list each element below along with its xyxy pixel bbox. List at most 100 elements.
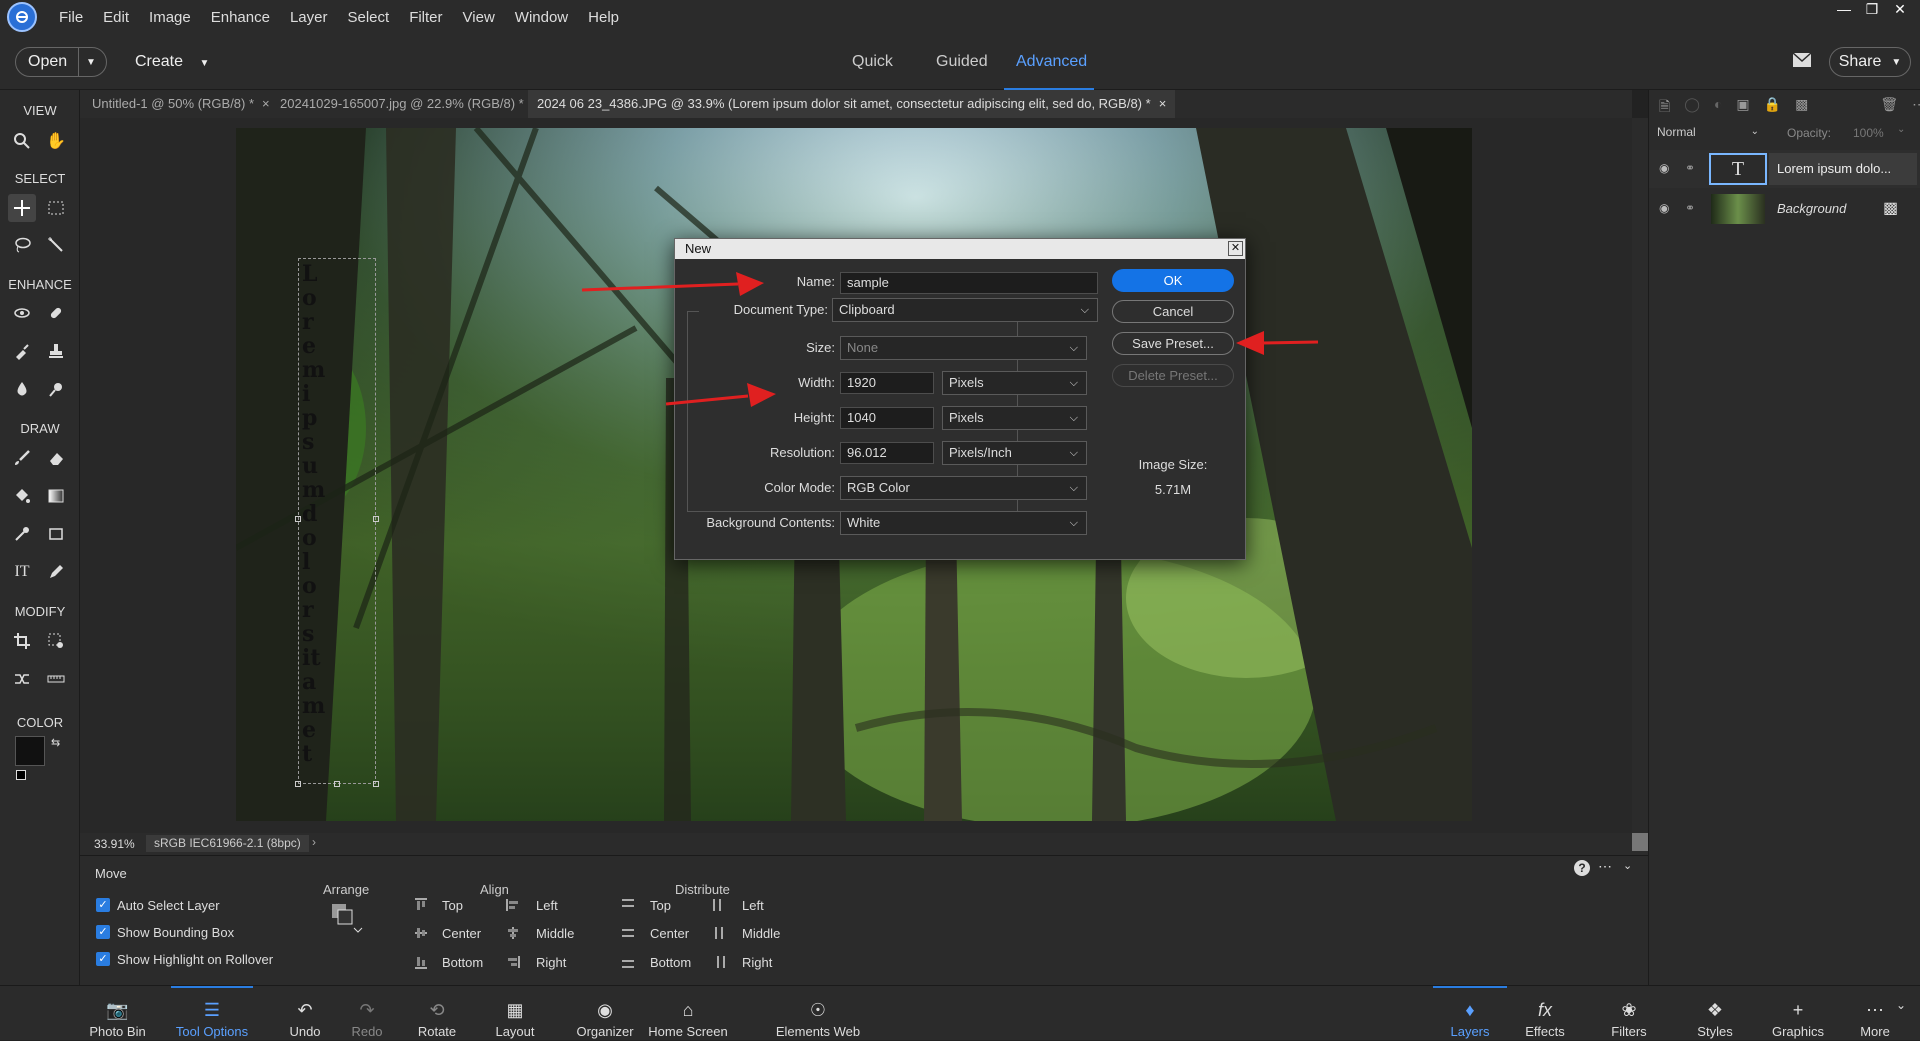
new-layer-icon[interactable]: 🗎 — [1659, 96, 1670, 116]
bbox-handle[interactable] — [295, 516, 301, 522]
lasso-icon[interactable] — [8, 231, 36, 259]
layer-row-text[interactable]: ◉ ⚭ T Lorem ipsum dolo... — [1649, 150, 1920, 188]
menu-view[interactable]: View — [453, 9, 505, 26]
filters-button[interactable]: ❀ Filters — [1604, 986, 1654, 1041]
doc-tab[interactable]: 20241029-165007.jpg @ 22.9% (RGB/8) *× — [280, 90, 539, 118]
align-middle-label[interactable]: Middle — [536, 926, 574, 941]
menu-select[interactable]: Select — [337, 9, 399, 26]
layer-name[interactable]: Background — [1777, 201, 1846, 216]
menu-window[interactable]: Window — [505, 9, 578, 26]
checkbox-highlight-rollover[interactable]: ✓ — [96, 952, 110, 966]
mode-quick[interactable]: Quick — [852, 53, 893, 71]
menu-edit[interactable]: Edit — [93, 9, 139, 26]
name-field[interactable]: sample — [840, 272, 1098, 294]
blur-icon[interactable] — [8, 375, 36, 403]
distribute-right-icon[interactable] — [712, 955, 726, 969]
pencil-icon[interactable] — [42, 558, 70, 586]
menu-filter[interactable]: Filter — [399, 9, 452, 26]
brush-icon[interactable] — [8, 444, 36, 472]
background-contents-select[interactable]: White ⌵ — [840, 511, 1087, 535]
scroll-thumb[interactable] — [1632, 833, 1648, 851]
layers-button[interactable]: ♦ Layers — [1433, 986, 1507, 1041]
recompose-icon[interactable] — [42, 627, 70, 655]
width-unit-select[interactable]: Pixels ⌵ — [942, 371, 1087, 395]
chevron-down-icon[interactable]: ⌄ — [1623, 859, 1632, 872]
distribute-middle-label[interactable]: Middle — [742, 926, 780, 941]
distribute-left-label[interactable]: Left — [742, 898, 764, 913]
tool-options-button[interactable]: ☰ Tool Options — [171, 986, 253, 1041]
checkbox-auto-select[interactable]: ✓ — [96, 898, 110, 912]
align-left-icon[interactable] — [506, 898, 520, 912]
delete-preset-button[interactable]: Delete Preset... — [1112, 364, 1234, 387]
resolution-field[interactable]: 96.012 — [840, 442, 934, 464]
link-icon[interactable]: ⚭ — [1685, 161, 1695, 175]
arrange-icon[interactable] — [330, 902, 366, 936]
link-icon[interactable]: ⚭ — [1685, 201, 1695, 215]
mask-icon[interactable]: ▣ — [1736, 96, 1749, 116]
shape-icon[interactable] — [42, 520, 70, 548]
mode-guided[interactable]: Guided — [936, 53, 988, 71]
adjustment-layer-icon[interactable]: ◐ — [1714, 96, 1722, 116]
share-button[interactable]: Share ▼ — [1829, 47, 1911, 77]
effects-button[interactable]: fx Effects — [1520, 986, 1570, 1041]
sponge-icon[interactable] — [42, 375, 70, 403]
checkbox-bounding-box[interactable]: ✓ — [96, 925, 110, 939]
menu-help[interactable]: Help — [578, 9, 629, 26]
align-top-label[interactable]: Top — [442, 898, 463, 913]
more-options-icon[interactable]: ⋯ — [1598, 858, 1612, 875]
styles-button[interactable]: ❖ Styles — [1690, 986, 1740, 1041]
lock-transparency-icon[interactable]: ▩ — [1883, 198, 1898, 218]
distribute-top-icon[interactable] — [621, 898, 635, 912]
delete-layer-icon[interactable]: 🗑 — [1880, 96, 1898, 116]
align-center-icon[interactable] — [414, 926, 428, 940]
align-right-label[interactable]: Right — [536, 955, 566, 970]
graphics-button[interactable]: + Graphics — [1768, 986, 1828, 1041]
photo-bin-button[interactable]: 📷 Photo Bin — [85, 986, 150, 1041]
more-button[interactable]: ⋯ More — [1853, 986, 1897, 1041]
bbox-handle[interactable] — [295, 781, 301, 787]
distribute-bottom-icon[interactable] — [621, 955, 635, 969]
height-unit-select[interactable]: Pixels ⌵ — [942, 406, 1087, 430]
rotate-button[interactable]: ⟲ Rotate — [412, 986, 462, 1041]
lock-transparency-icon[interactable]: ▩ — [1795, 96, 1808, 116]
width-field[interactable]: 1920 — [840, 372, 934, 394]
bbox-handle[interactable] — [334, 781, 340, 787]
mode-advanced[interactable]: Advanced — [1016, 53, 1087, 71]
smart-brush-icon[interactable] — [8, 337, 36, 365]
undo-button[interactable]: ↶ Undo — [280, 986, 330, 1041]
distribute-left-icon[interactable] — [712, 898, 726, 912]
foreground-color-swatch[interactable] — [15, 736, 45, 766]
restore-icon[interactable]: ❐ — [1858, 0, 1886, 18]
marquee-icon[interactable] — [42, 194, 70, 222]
menu-image[interactable]: Image — [139, 9, 201, 26]
align-bottom-label[interactable]: Bottom — [442, 955, 483, 970]
minimize-icon[interactable]: — — [1830, 0, 1858, 18]
straighten-icon[interactable] — [42, 665, 70, 693]
create-button[interactable]: Create ▼ — [135, 53, 209, 71]
distribute-top-label[interactable]: Top — [650, 898, 671, 913]
close-icon[interactable]: × — [1159, 96, 1167, 111]
distribute-bottom-label[interactable]: Bottom — [650, 955, 691, 970]
distribute-center-label[interactable]: Center — [650, 926, 689, 941]
height-field[interactable]: 1040 — [840, 407, 934, 429]
zoom-icon[interactable] — [8, 127, 36, 155]
layer-name[interactable]: Lorem ipsum dolo... — [1769, 153, 1917, 185]
doc-tab[interactable]: Untitled-1 @ 50% (RGB/8) * × — [92, 90, 270, 118]
align-center-label[interactable]: Center — [442, 926, 481, 941]
cancel-button[interactable]: Cancel — [1112, 300, 1234, 323]
chevron-right-icon[interactable]: › — [312, 835, 316, 849]
zoom-level[interactable]: 33.91% — [94, 837, 135, 851]
help-icon[interactable]: ? — [1574, 860, 1590, 876]
menu-enhance[interactable]: Enhance — [201, 9, 280, 26]
bbox-handle[interactable] — [373, 516, 379, 522]
doctype-select[interactable]: Clipboard ⌵ — [832, 298, 1098, 322]
chevron-down-icon[interactable]: ⌄ — [1897, 124, 1905, 135]
hand-icon[interactable]: ✋ — [42, 127, 70, 155]
healing-brush-icon[interactable] — [42, 299, 70, 327]
open-button[interactable]: Open ▼ — [15, 47, 107, 77]
move-tool-icon[interactable] — [8, 194, 36, 222]
vertical-scrollbar[interactable] — [1632, 118, 1648, 833]
layout-button[interactable]: ▦ Layout — [490, 986, 540, 1041]
paint-bucket-icon[interactable] — [8, 482, 36, 510]
lock-icon[interactable]: 🔒 — [1764, 96, 1781, 116]
